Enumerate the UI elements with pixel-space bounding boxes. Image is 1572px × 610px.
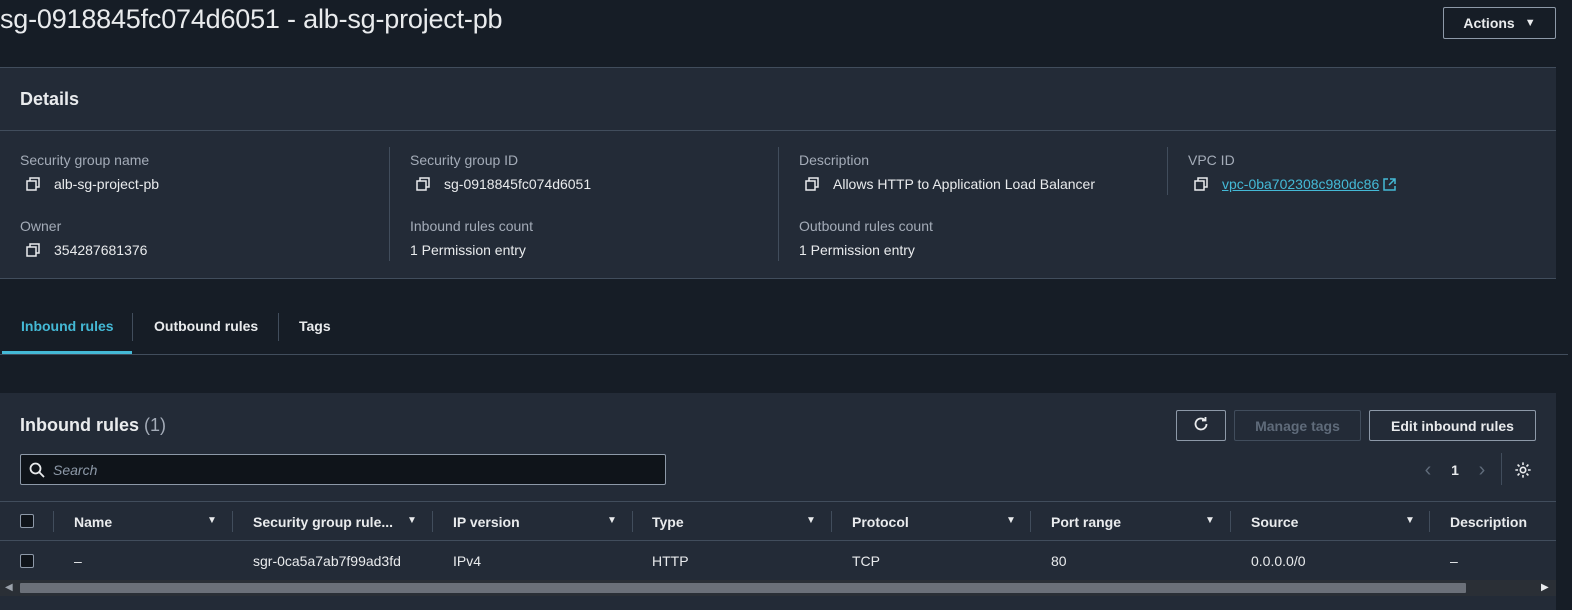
column-header-protocol[interactable]: Protocol [852,502,909,541]
divider [778,147,779,261]
select-all-checkbox[interactable] [20,514,34,528]
copy-icon[interactable] [26,243,40,257]
next-page-icon[interactable]: › [1472,457,1492,483]
field-label: Security group name [20,152,150,168]
details-title: Details [20,88,80,109]
tab-bar: Inbound rules Outbound rules Tags [0,297,1568,355]
column-header-rule-id[interactable]: Security group rule... [253,502,393,541]
column-divider [232,511,233,532]
sort-down-icon[interactable]: ▼ [207,515,217,526]
column-divider [1030,511,1031,532]
actions-label: Actions [1463,15,1515,31]
cell-type: HTTP [652,553,689,569]
sort-down-icon[interactable]: ▼ [1205,515,1215,526]
sort-down-icon[interactable]: ▼ [407,515,417,526]
field-label: Outbound rules count [799,218,933,234]
column-header-name[interactable]: Name [74,502,112,541]
field-inbound-rules-count: Inbound rules count 1 Permission entry [410,218,533,258]
details-panel: Details Security group name alb-sg-proje… [0,67,1556,279]
column-header-source[interactable]: Source [1251,502,1298,541]
field-value: Allows HTTP to Application Load Balancer [833,176,1095,192]
copy-icon[interactable] [416,177,430,191]
scroll-right-icon[interactable]: ▶ [1541,582,1549,593]
active-tab-indicator [2,351,132,354]
page-title: sg-0918845fc074d6051 - alb-sg-project-pb [0,4,503,34]
search-input[interactable] [53,461,633,478]
cell-ip-version: IPv4 [453,553,482,569]
column-divider [432,511,433,532]
column-divider [1230,511,1231,532]
field-value: 354287681376 [54,242,148,258]
sort-down-icon[interactable]: ▼ [1006,515,1016,526]
actions-button[interactable]: Actions ▼ [1443,7,1556,39]
divider [389,147,390,261]
previous-page-icon[interactable]: ‹ [1418,457,1438,483]
external-link-icon[interactable] [1383,177,1396,191]
copy-icon[interactable] [26,177,40,191]
field-value: 1 Permission entry [410,242,526,258]
field-owner: Owner 354287681376 [20,218,147,258]
table-row[interactable]: – sgr-0ca5a7ab7f99ad3fd IPv4 HTTP TCP 80… [0,541,1556,581]
field-value: alb-sg-project-pb [54,176,160,192]
sort-down-icon[interactable]: ▼ [806,515,816,526]
column-header-description[interactable]: Description [1450,502,1527,541]
column-divider [1429,511,1430,532]
page-number[interactable]: 1 [1446,457,1464,483]
tab-inbound-rules[interactable]: Inbound rules [21,297,114,355]
panel-title: Inbound rules (1) [20,415,166,436]
details-header: Details [0,68,1556,131]
tab-divider [132,313,133,341]
column-divider [53,511,54,532]
field-value: sg-0918845fc074d6051 [444,176,592,192]
field-label: VPC ID [1188,152,1235,168]
cell-name: – [74,553,82,569]
copy-icon[interactable] [1194,177,1208,191]
search-icon [29,462,45,478]
cell-port-range: 80 [1051,553,1067,569]
refresh-button[interactable] [1176,410,1226,441]
divider [1501,453,1502,485]
cell-description: – [1450,553,1458,569]
field-label: Security group ID [410,152,519,168]
field-vpc-id: VPC ID vpc-0ba702308c980dc86 [1188,152,1396,192]
field-label: Description [799,152,870,168]
inbound-rules-panel: Inbound rules (1) Manage tags Edit inbou… [0,393,1556,610]
cell-protocol: TCP [852,553,880,569]
refresh-icon [1192,415,1210,436]
divider [1167,147,1168,195]
caret-down-icon: ▼ [1524,17,1536,29]
tab-outbound-rules[interactable]: Outbound rules [154,297,258,355]
edit-inbound-rules-button[interactable]: Edit inbound rules [1369,410,1536,441]
scroll-left-icon[interactable]: ◀ [5,582,13,593]
field-label: Inbound rules count [410,218,533,234]
column-header-type[interactable]: Type [652,502,684,541]
field-outbound-rules-count: Outbound rules count 1 Permission entry [799,218,933,258]
scrollbar-thumb[interactable] [20,583,1466,593]
field-security-group-name: Security group name alb-sg-project-pb [20,152,159,192]
field-description: Description Allows HTTP to Application L… [799,152,1095,192]
panel-title-text: Inbound rules [20,415,139,435]
row-checkbox[interactable] [20,554,34,568]
column-divider [831,511,832,532]
vpc-link[interactable]: vpc-0ba702308c980dc86 [1222,176,1379,192]
copy-icon[interactable] [805,177,819,191]
rule-count: (1) [144,415,167,435]
sort-down-icon[interactable]: ▼ [607,515,617,526]
settings-gear-icon[interactable] [1512,457,1534,483]
field-value: 1 Permission entry [799,242,915,258]
tab-divider [278,313,279,341]
horizontal-scrollbar[interactable]: ◀ ▶ [0,580,1556,596]
cell-source: 0.0.0.0/0 [1251,553,1306,569]
column-divider [632,511,633,532]
manage-tags-button[interactable]: Manage tags [1234,410,1361,441]
cell-rule-id: sgr-0ca5a7ab7f99ad3fd [253,553,401,569]
field-security-group-id: Security group ID sg-0918845fc074d6051 [410,152,591,192]
search-box [20,454,666,485]
sort-down-icon[interactable]: ▼ [1405,515,1415,526]
column-header-port-range[interactable]: Port range [1051,502,1121,541]
column-header-ip-version[interactable]: IP version [453,502,520,541]
tab-tags[interactable]: Tags [299,297,331,355]
field-label: Owner [20,218,62,234]
table-header: Name ▼ Security group rule... ▼ IP versi… [0,501,1556,541]
